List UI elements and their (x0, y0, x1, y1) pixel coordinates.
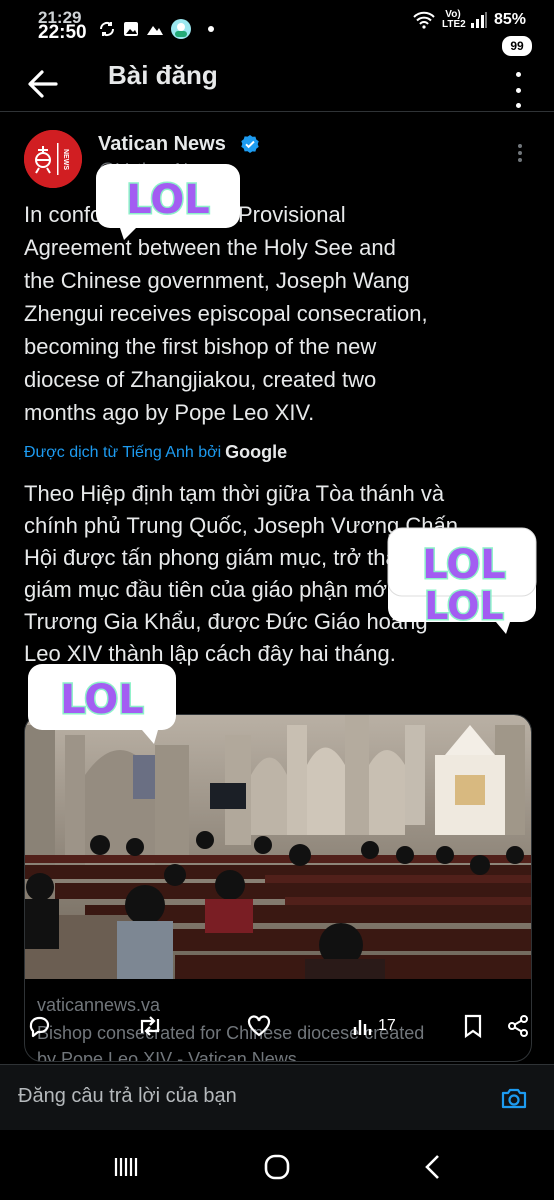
back-nav-icon[interactable] (418, 1152, 448, 1182)
signal-icon (470, 12, 487, 28)
home-icon[interactable] (262, 1152, 292, 1182)
lol-sticker: LOL (96, 164, 240, 240)
network-type: Vo) LTE2 (441, 9, 466, 30)
google-label: Google (225, 442, 288, 462)
mountain-icon (147, 26, 163, 35)
bookmark-icon (464, 1014, 482, 1039)
post-text-line: becoming the first bishop of the new (24, 334, 377, 359)
battery-percent: 85% (493, 11, 526, 28)
share-icon (508, 1015, 528, 1037)
like-button[interactable] (246, 1008, 272, 1044)
post-text-line: Zhengui receives episcopal consecration, (24, 301, 428, 326)
more-options-button[interactable] (508, 72, 528, 108)
lol-text: LOL (424, 584, 503, 628)
reply-icon (29, 1016, 50, 1038)
status-bar: 21:29 22:50 Vo) LTE2 85% 99 (0, 0, 554, 56)
avatar[interactable]: NEWS (24, 130, 82, 188)
post-text-line: months ago by Pope Leo XIV. (24, 400, 315, 425)
share-button[interactable] (506, 1008, 530, 1044)
system-status: Vo) LTE2 85% 99 (412, 9, 532, 56)
author-name[interactable]: Vatican News (98, 133, 226, 156)
notification-icons (98, 18, 214, 40)
views-button[interactable]: 17 (352, 1008, 396, 1044)
vatican-news-logo: NEWS (24, 130, 82, 188)
reply-button[interactable] (26, 1008, 52, 1044)
repost-icon (140, 1016, 160, 1036)
system-nav-bar (0, 1130, 554, 1200)
arrow-left-icon (28, 70, 58, 98)
verified-badge-icon (241, 135, 259, 153)
sync-icon (99, 21, 115, 37)
app-header: Bài đăng (0, 50, 554, 112)
post-text-line: the Chinese government, Joseph Wang (24, 268, 410, 293)
lol-text: LOL (126, 177, 210, 223)
status-time: 22:50 (38, 22, 87, 43)
views-count: 17 (378, 1017, 396, 1034)
bar-chart-icon (353, 1020, 372, 1035)
link-subtitle: by Pope Leo XIV - Vatican News (37, 1049, 297, 1062)
bookmark-button[interactable] (462, 1008, 484, 1044)
back-button[interactable] (22, 64, 62, 104)
lol-sticker: LOL (28, 664, 176, 744)
repost-button[interactable] (136, 1008, 164, 1044)
page-title: Bài đăng (108, 60, 218, 90)
lol-sticker-double: LOL LOL (387, 527, 537, 634)
recent-apps-icon[interactable] (110, 1152, 140, 1182)
translation-attribution[interactable]: Được dịch từ Tiếng Anh bởi Google (24, 442, 287, 463)
church-photo[interactable] (25, 715, 531, 979)
lol-text: LOL (60, 677, 144, 723)
app-icon (171, 19, 191, 39)
post-actions: 17 (0, 1008, 554, 1048)
gallery-icon (124, 22, 138, 36)
reply-input[interactable]: Đăng câu trả lời của bạn (18, 1085, 237, 1108)
lol-text: LOL (422, 542, 506, 588)
heart-icon (247, 1015, 271, 1037)
camera-icon[interactable] (500, 1085, 528, 1111)
post-more-button[interactable] (518, 144, 524, 162)
svg-text:NEWS: NEWS (62, 149, 69, 170)
more-vertical-icon (515, 72, 521, 77)
translated-label: Được dịch từ Tiếng Anh bởi (24, 443, 222, 461)
reply-composer[interactable]: Đăng câu trả lời của bạn (0, 1064, 554, 1130)
translated-line: Theo Hiệp định tạm thời giữa Tòa thánh v… (24, 481, 445, 506)
post-text-line: diocese of Zhangjiakou, created two (24, 367, 377, 392)
more-notifications-dot (208, 26, 214, 32)
wifi-icon (413, 11, 435, 29)
